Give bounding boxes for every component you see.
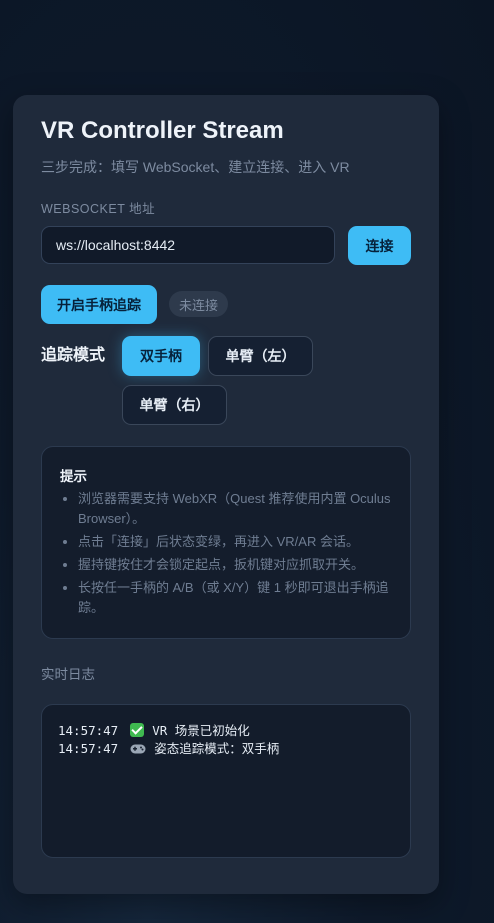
log-message: 姿态追踪模式：双手柄: [154, 741, 280, 756]
log-timestamp: 14:57:47: [58, 723, 119, 738]
gamepad-icon: [130, 742, 146, 760]
websocket-url-input[interactable]: [41, 226, 335, 264]
mode-right-arm-button[interactable]: 单臂（右）: [122, 385, 227, 425]
tip-item: 握持键按住才会锁定起点，扳机键对应抓取开关。: [78, 555, 414, 575]
tip-item: 点击「连接」后状态变绿，再进入 VR/AR 会话。: [78, 532, 414, 552]
check-icon: [130, 723, 145, 737]
log-entry: 14:57:47 VR 场景已初始化: [58, 722, 394, 740]
connect-button[interactable]: 连接: [348, 226, 411, 265]
control-panel-card: VR Controller Stream 三步完成：填写 WebSocket、建…: [13, 95, 439, 894]
log-panel[interactable]: 14:57:47 VR 场景已初始化 14:57:47 姿态追踪模式：双手柄: [41, 704, 411, 858]
tip-item: 长按任一手柄的 A/B（或 X/Y）键 1 秒即可退出手柄追踪。: [78, 578, 414, 618]
tracking-mode-label: 追踪模式: [41, 347, 106, 364]
log-message: VR 场景已初始化: [152, 723, 250, 738]
websocket-label: WEBSOCKET 地址: [41, 202, 156, 216]
log-entry: 14:57:47 姿态追踪模式：双手柄: [58, 740, 394, 760]
start-tracking-button[interactable]: 开启手柄追踪: [41, 285, 157, 324]
connection-status-badge: 未连接: [169, 291, 229, 317]
page-subtitle: 三步完成：填写 WebSocket、建立连接、进入 VR: [41, 159, 350, 175]
mode-left-arm-button[interactable]: 单臂（左）: [208, 336, 313, 376]
page-title: VR Controller Stream: [41, 117, 284, 144]
tips-list: 浏览器需要支持 WebXR（Quest 推荐使用内置 Oculus Browse…: [60, 489, 414, 621]
tip-item: 浏览器需要支持 WebXR（Quest 推荐使用内置 Oculus Browse…: [78, 489, 414, 529]
tips-title: 提示: [60, 469, 87, 484]
log-timestamp: 14:57:47: [58, 741, 119, 756]
mode-both-controllers-button[interactable]: 双手柄: [122, 336, 200, 376]
tips-panel: 提示 浏览器需要支持 WebXR（Quest 推荐使用内置 Oculus Bro…: [41, 446, 411, 639]
log-label: 实时日志: [41, 667, 95, 682]
